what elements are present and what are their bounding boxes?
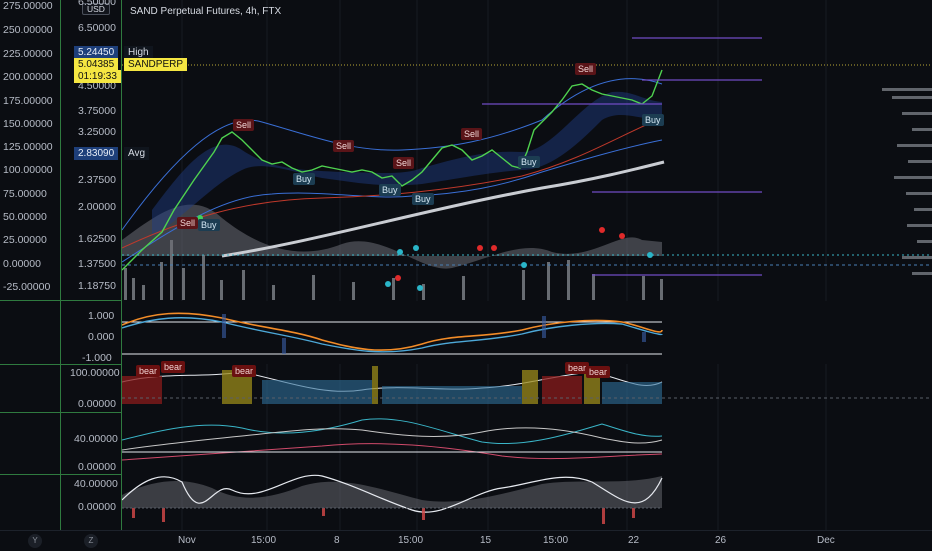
bear-label: bear: [232, 365, 257, 377]
pane2-tick: -1.000: [82, 352, 112, 364]
pane2-tick: 1.000: [88, 310, 115, 322]
left-axis-tick: 0.00000: [3, 258, 41, 270]
price-tick: 2.37500: [78, 174, 116, 186]
time-tick: 8: [334, 535, 340, 546]
pane3-tick: 0.00000: [78, 398, 116, 410]
chart-title: SAND Perpetual Futures, 4h, FTX: [130, 6, 282, 17]
time-tick: 15:00: [543, 535, 569, 546]
buy-signal: Buy: [379, 184, 401, 196]
pane2-tick: 0.000: [88, 331, 115, 343]
left-axis-tick: 100.00000: [3, 164, 53, 176]
price-tick: 1.18750: [78, 280, 116, 292]
left-axis-tick: 75.00000: [3, 188, 47, 200]
time-tick: Dec: [817, 535, 835, 546]
time-tick: 22: [628, 535, 640, 546]
buy-signal: Buy: [642, 114, 664, 126]
left-axis-tick: 250.00000: [3, 24, 53, 36]
left-axis-tick: 50.00000: [3, 211, 47, 223]
avg-price-badge: 2.83090: [74, 147, 119, 160]
sell-signal: Sell: [333, 140, 355, 152]
bear-label: bear: [136, 365, 161, 377]
pane4-tick: 0.00000: [78, 461, 116, 473]
left-axis-tick: 200.00000: [3, 71, 53, 83]
countdown-badge: 01:19:33: [74, 70, 121, 83]
price-tick: 2.00000: [78, 201, 116, 213]
left-axis-tick: 25.00000: [3, 234, 47, 246]
left-axis-tick: 125.00000: [3, 141, 53, 153]
buy-signal: Buy: [198, 219, 220, 231]
left-axis-tick: 175.00000: [3, 95, 53, 107]
chart-area[interactable]: [122, 0, 932, 530]
bear-label: bear: [161, 361, 186, 373]
time-tick: 15:00: [398, 535, 424, 546]
pane5-tick: 40.00000: [74, 478, 118, 490]
pane4-tick: 40.00000: [74, 433, 118, 445]
left-axis-tick: -25.00000: [3, 281, 51, 293]
pane3-tick: 100.00000: [70, 367, 120, 379]
sell-signal: Sell: [575, 63, 597, 75]
price-tick: 1.62500: [78, 233, 116, 245]
time-tick: 15: [480, 535, 492, 546]
price-tick: 1.37500: [78, 258, 116, 270]
price-tick: 3.75000: [78, 105, 116, 117]
symbol-label: SANDPERP: [124, 58, 188, 71]
sell-signal: Sell: [177, 217, 199, 229]
avg-label: Avg: [124, 147, 150, 160]
buy-signal: Buy: [412, 193, 434, 205]
bear-label: bear: [586, 366, 611, 378]
time-axis[interactable]: [0, 530, 932, 551]
price-tick: 6.50000: [78, 22, 116, 34]
axis-divider: [60, 0, 61, 530]
price-tick: 3.25000: [78, 126, 116, 138]
time-tick: 26: [715, 535, 727, 546]
buy-signal: Buy: [293, 173, 315, 185]
left-axis-tick: 150.00000: [3, 118, 53, 130]
y-axis-toggle-button[interactable]: Y: [28, 534, 42, 548]
left-axis-tick: 275.00000: [3, 0, 53, 12]
time-tick: Nov: [178, 535, 196, 546]
price-tick: 6.50000: [78, 0, 116, 8]
z-axis-toggle-button[interactable]: Z: [84, 534, 98, 548]
pane5-tick: 0.00000: [78, 501, 116, 513]
sell-signal: Sell: [461, 128, 483, 140]
sell-signal: Sell: [393, 157, 415, 169]
buy-signal: Buy: [518, 156, 540, 168]
sell-signal: Sell: [233, 119, 255, 131]
time-tick: 15:00: [251, 535, 277, 546]
left-axis-tick: 225.00000: [3, 48, 53, 60]
